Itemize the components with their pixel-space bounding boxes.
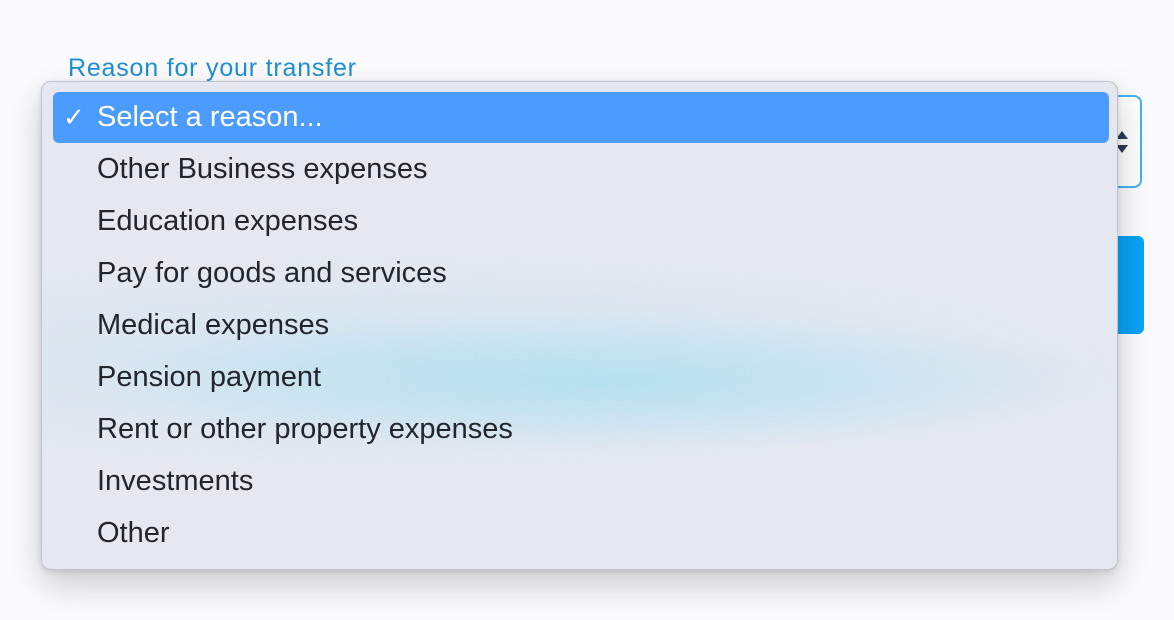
menu-item-label: Investments — [97, 465, 254, 497]
transfer-form: Reason for your transfer ✓ Select a reas… — [0, 0, 1174, 620]
checkmark-icon: ✓ — [63, 102, 85, 132]
menu-item-label: Pension payment — [97, 361, 322, 393]
menu-item-other[interactable]: Other — [53, 508, 1109, 559]
reason-dropdown-menu: ✓ Select a reason... Other Business expe… — [41, 81, 1118, 570]
menu-item-label: Other Business expenses — [97, 153, 428, 185]
menu-item-education-expenses[interactable]: Education expenses — [53, 196, 1109, 247]
menu-item-label: Medical expenses — [97, 309, 330, 341]
menu-item-label: Rent or other property expenses — [97, 413, 513, 445]
menu-item-rent-or-other-property-expenses[interactable]: Rent or other property expenses — [53, 404, 1109, 455]
menu-item-label: Pay for goods and services — [97, 257, 447, 289]
menu-item-pension-payment[interactable]: Pension payment — [53, 352, 1109, 403]
menu-item-pay-for-goods-and-services[interactable]: Pay for goods and services — [53, 248, 1109, 299]
menu-item-label: Select a reason... — [97, 101, 323, 133]
menu-item-select-a-reason[interactable]: ✓ Select a reason... — [53, 92, 1109, 143]
menu-item-other-business-expenses[interactable]: Other Business expenses — [53, 144, 1109, 195]
menu-item-label: Education expenses — [97, 205, 359, 237]
menu-item-label: Other — [97, 517, 170, 549]
menu-item-medical-expenses[interactable]: Medical expenses — [53, 300, 1109, 351]
reason-field-label: Reason for your transfer — [68, 54, 357, 82]
menu-item-investments[interactable]: Investments — [53, 456, 1109, 507]
